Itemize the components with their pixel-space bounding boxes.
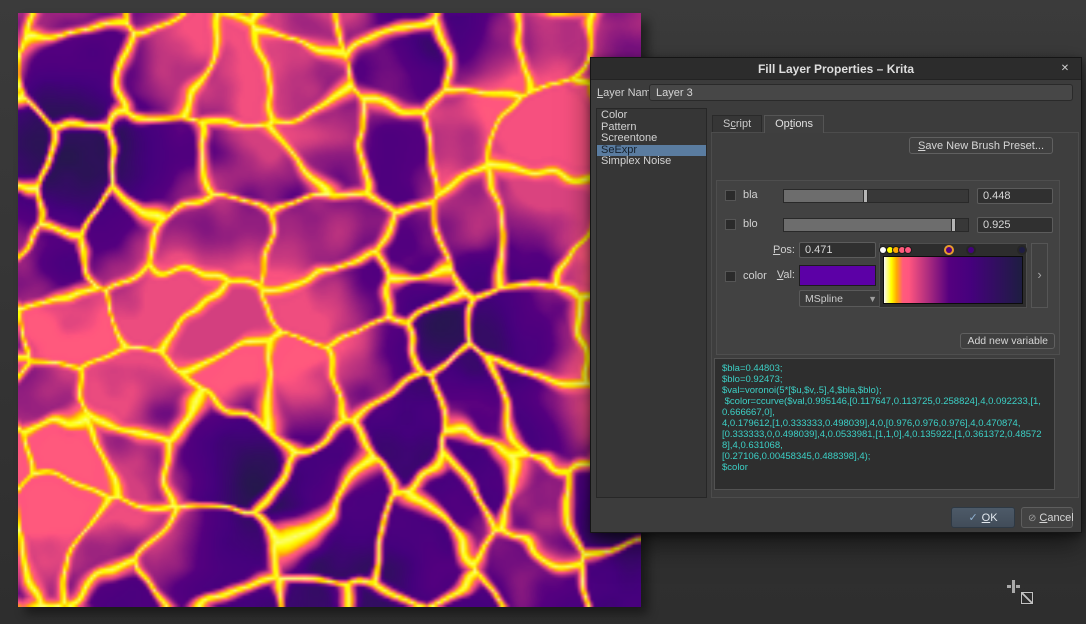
bla-checkbox[interactable] — [725, 190, 736, 201]
val-label: Val: — [767, 269, 795, 281]
pos-label: Pos: — [767, 244, 795, 256]
gradient-stop-dot[interactable] — [893, 247, 899, 253]
chevron-right-icon: › — [1037, 267, 1041, 282]
dialog-titlebar[interactable]: Fill Layer Properties – Krita ✕ — [591, 58, 1081, 80]
document-canvas[interactable] — [18, 13, 641, 607]
blo-slider-fill — [784, 219, 954, 231]
script-preview[interactable]: $bla=0.44803; $blo=0.92473; $val=voronoi… — [714, 358, 1055, 490]
bla-slider[interactable] — [783, 189, 969, 203]
gradient-stop-dot[interactable] — [946, 247, 952, 253]
check-icon: ✓ — [968, 512, 977, 524]
ok-label: OK — [982, 512, 998, 524]
add-new-variable-button[interactable]: Add new variable — [960, 333, 1055, 349]
bla-label: bla — [743, 189, 758, 201]
interpolation-dropdown[interactable]: MSpline ▼ — [799, 290, 883, 307]
tab-bar: Script Options — [712, 115, 826, 133]
pos-input[interactable] — [799, 242, 876, 258]
tab-script[interactable]: Script — [712, 115, 762, 133]
gradient-next-button[interactable]: › — [1031, 243, 1048, 308]
gradient-stop-row — [883, 245, 1023, 255]
blo-value-input[interactable] — [977, 217, 1053, 233]
interpolation-value: MSpline — [805, 293, 843, 305]
cancel-button[interactable]: ⊘Cancel — [1021, 507, 1073, 528]
blo-label: blo — [743, 218, 758, 230]
color-label: color — [743, 270, 767, 282]
blo-slider[interactable] — [783, 218, 969, 232]
tab-options[interactable]: Options — [764, 115, 824, 133]
blo-checkbox[interactable] — [725, 219, 736, 230]
gradient-stop-dot[interactable] — [899, 247, 905, 253]
gradient-stop-dot[interactable] — [905, 247, 911, 253]
fill-layer-properties-dialog: Fill Layer Properties – Krita ✕ Layer Na… — [590, 57, 1082, 533]
close-icon[interactable]: ✕ — [1057, 61, 1073, 77]
color-checkbox[interactable] — [725, 271, 736, 282]
list-item-simplex-noise[interactable]: Simplex Noise — [597, 156, 706, 168]
gradient-stop-dot[interactable] — [968, 247, 974, 253]
bla-slider-fill — [784, 190, 866, 202]
color-value-swatch[interactable] — [799, 265, 876, 286]
blo-slider-handle[interactable] — [951, 218, 956, 232]
chevron-down-icon: ▼ — [868, 294, 877, 304]
dialog-title: Fill Layer Properties – Krita — [591, 62, 1081, 76]
bla-value-input[interactable] — [977, 188, 1053, 204]
ok-button[interactable]: ✓ OK — [951, 507, 1015, 528]
cancel-circle-icon: ⊘ — [1028, 513, 1036, 524]
krita-workspace: Fill Layer Properties – Krita ✕ Layer Na… — [0, 0, 1086, 624]
options-tab-panel: Save New Brush Preset... bla blo — [711, 132, 1079, 498]
gradient-stop-dot[interactable] — [880, 247, 886, 253]
generator-list: Color Pattern Screentone SeExpr Simplex … — [596, 108, 707, 498]
transform-cursor-icon — [1021, 592, 1033, 604]
gradient-bar[interactable] — [883, 256, 1023, 304]
variables-panel: bla blo Pos: color Val — [716, 180, 1060, 355]
gradient-stop-dot[interactable] — [1019, 247, 1025, 253]
save-brush-preset-button[interactable]: Save New Brush Preset... — [909, 137, 1053, 154]
list-item-color[interactable]: Color — [597, 110, 706, 122]
crosshair-cursor-icon — [1007, 580, 1020, 593]
cancel-label: Cancel — [1039, 512, 1073, 524]
layer-name-input[interactable] — [649, 84, 1073, 101]
bla-slider-handle[interactable] — [863, 189, 868, 203]
gradient-editor[interactable] — [879, 243, 1027, 308]
